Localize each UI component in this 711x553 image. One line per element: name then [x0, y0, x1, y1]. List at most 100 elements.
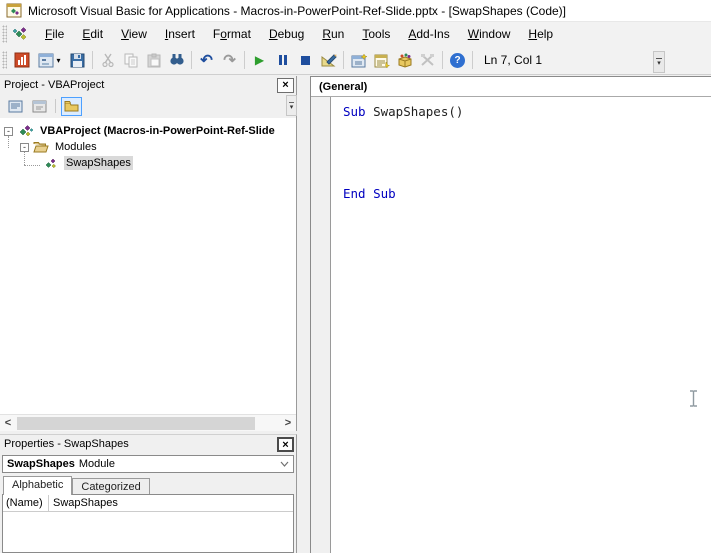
- reset-button[interactable]: [294, 49, 317, 71]
- toolbox-button[interactable]: [416, 49, 439, 71]
- view-code-button[interactable]: [5, 97, 26, 116]
- scroll-right-arrow[interactable]: >: [280, 415, 296, 431]
- copy-icon: [124, 53, 138, 68]
- collapse-expander[interactable]: -: [4, 126, 13, 136]
- undo-button[interactable]: ↶: [195, 49, 218, 71]
- scroll-thumb[interactable]: [17, 417, 255, 430]
- toolbar-separator: [343, 51, 344, 69]
- run-button[interactable]: ▶: [248, 49, 271, 71]
- object-browser-button[interactable]: [393, 49, 416, 71]
- insert-userform-button[interactable]: ▾: [33, 49, 66, 71]
- redo-icon: ↷: [223, 51, 236, 69]
- design-mode-button[interactable]: [317, 49, 340, 71]
- properties-grid: (Name) SwapShapes: [2, 494, 294, 553]
- property-value-cell[interactable]: SwapShapes: [49, 496, 122, 510]
- property-row-name[interactable]: (Name) SwapShapes: [3, 495, 293, 512]
- properties-tabs: Alphabetic Categorized: [0, 474, 296, 495]
- help-icon: ?: [450, 52, 465, 68]
- selected-object-name: SwapShapes: [7, 458, 75, 470]
- save-button[interactable]: [66, 49, 89, 71]
- menu-file[interactable]: File: [36, 23, 73, 45]
- toolbar-options-button[interactable]: ▾: [653, 51, 665, 73]
- paste-icon: [147, 53, 161, 68]
- scroll-grip: [289, 101, 294, 103]
- design-mode-icon: [321, 53, 337, 68]
- view-host-app-button[interactable]: [10, 49, 33, 71]
- reset-icon: [301, 55, 310, 65]
- insert-dropdown-caret-icon[interactable]: ▾: [56, 56, 60, 65]
- code-line-6[interactable]: End Sub: [343, 186, 396, 201]
- menu-add-ins[interactable]: Add-Ins: [399, 23, 458, 45]
- menubar-grip[interactable]: [2, 25, 7, 43]
- find-icon: [169, 53, 185, 67]
- object-selector-combobox[interactable]: SwapShapes Module: [2, 455, 294, 473]
- object-dropdown[interactable]: (General): [311, 77, 711, 97]
- cut-button[interactable]: [96, 49, 119, 71]
- menu-insert[interactable]: Insert: [156, 23, 204, 45]
- tree-node-swapshapes[interactable]: SwapShapes: [0, 155, 133, 171]
- scroll-left-arrow[interactable]: <: [0, 415, 16, 431]
- toolbox-icon: [420, 53, 435, 67]
- menu-bar: File Edit View Insert Format Debug Run T…: [0, 22, 711, 46]
- menu-view[interactable]: View: [112, 23, 156, 45]
- tab-alphabetic[interactable]: Alphabetic: [3, 476, 73, 495]
- view-object-button[interactable]: [29, 97, 50, 116]
- ibeam-cursor-icon: [687, 389, 700, 408]
- project-panel-title: Project - VBAProject: [4, 79, 105, 91]
- selected-object-type: Module: [78, 458, 115, 470]
- properties-panel-close-button[interactable]: ×: [277, 436, 294, 452]
- tree-node-vbaproject[interactable]: - VBAProject (Macros-in-PowerPoint-Ref-S…: [0, 123, 277, 139]
- view-code-icon: [8, 100, 23, 113]
- cut-icon: [101, 53, 115, 67]
- project-toolbar-separator: [55, 99, 56, 113]
- undo-icon: ↶: [200, 51, 213, 69]
- toggle-folders-button[interactable]: [61, 96, 82, 116]
- find-button[interactable]: [165, 49, 188, 71]
- procedure-name: SwapShapes(): [365, 104, 464, 119]
- code-line-1[interactable]: Sub SwapShapes(): [343, 104, 463, 119]
- project-horizontal-scrollbar[interactable]: < >: [0, 414, 296, 431]
- vba-logo-icon: [12, 26, 30, 42]
- break-button[interactable]: [271, 49, 294, 71]
- project-explorer-panel: Project - VBAProject × ▾ - VBAProject (M…: [0, 76, 297, 431]
- menu-tools[interactable]: Tools: [353, 23, 399, 45]
- paste-button[interactable]: [142, 49, 165, 71]
- project-panel-toolbar: ▾: [0, 94, 297, 118]
- keyword-sub: Sub: [343, 104, 366, 119]
- code-editor[interactable]: Sub SwapShapes() End Sub: [331, 97, 711, 553]
- tree-node-modules[interactable]: - Modules: [0, 139, 99, 155]
- code-window: (General) Sub SwapShapes() End Sub: [310, 76, 711, 553]
- combo-chevron-down-icon: [280, 461, 289, 467]
- project-panel-close-button[interactable]: ×: [277, 77, 294, 93]
- menu-debug[interactable]: Debug: [260, 23, 313, 45]
- project-tree: - VBAProject (Macros-in-PowerPoint-Ref-S…: [0, 118, 296, 414]
- help-button[interactable]: ?: [446, 49, 469, 71]
- object-browser-icon: [397, 53, 413, 68]
- toolbar-separator: [244, 51, 245, 69]
- menu-help[interactable]: Help: [519, 23, 562, 45]
- menu-run[interactable]: Run: [313, 23, 353, 45]
- properties-panel: Properties - SwapShapes × SwapShapes Mod…: [0, 434, 297, 553]
- properties-window-button[interactable]: [370, 49, 393, 71]
- app-window-icon: [6, 3, 22, 18]
- cursor-position-status: Ln 7, Col 1: [484, 53, 543, 67]
- project-panel-scroll-button[interactable]: ▾: [286, 95, 297, 116]
- code-margin-indicator-bar[interactable]: [311, 97, 331, 553]
- copy-button[interactable]: [119, 49, 142, 71]
- collapse-expander[interactable]: -: [20, 142, 29, 152]
- menu-edit[interactable]: Edit: [73, 23, 112, 45]
- folder-open-icon: [33, 141, 49, 153]
- folder-icon: [64, 100, 79, 112]
- properties-panel-header: Properties - SwapShapes ×: [0, 435, 296, 453]
- save-icon: [70, 53, 85, 68]
- property-name-cell: (Name): [3, 495, 49, 511]
- menu-format[interactable]: Format: [204, 23, 260, 45]
- title-bar: Microsoft Visual Basic for Applications …: [0, 0, 711, 22]
- menu-window[interactable]: Window: [459, 23, 520, 45]
- object-dropdown-value: (General): [319, 80, 368, 93]
- tab-categorized[interactable]: Categorized: [72, 478, 150, 494]
- toolbar-separator: [92, 51, 93, 69]
- toolbar-grip[interactable]: [2, 51, 7, 69]
- project-explorer-button[interactable]: [347, 49, 370, 71]
- redo-button[interactable]: ↷: [218, 49, 241, 71]
